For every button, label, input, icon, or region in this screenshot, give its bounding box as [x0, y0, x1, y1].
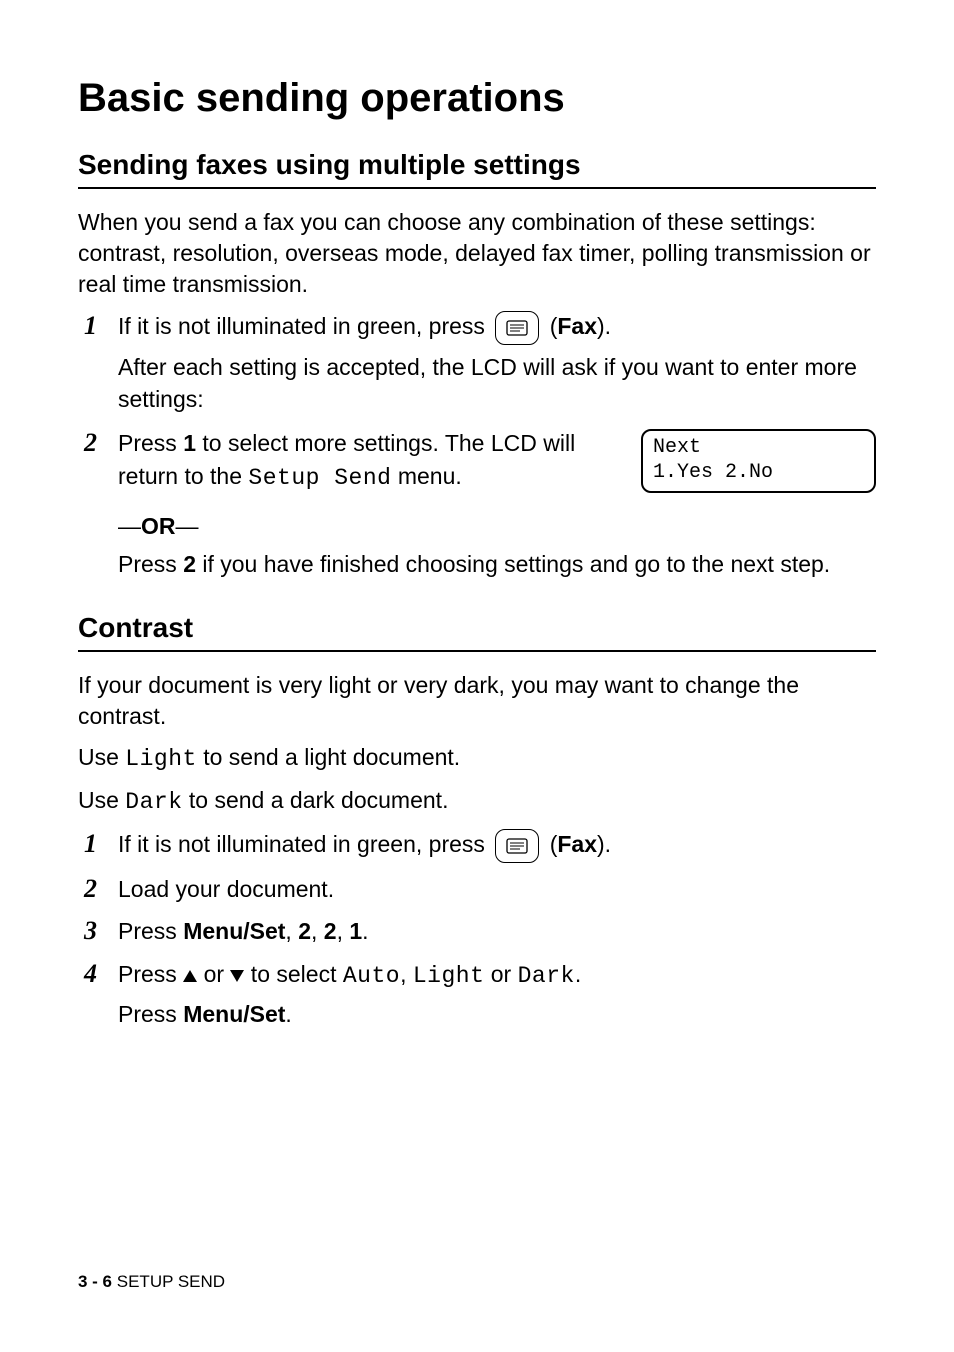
value-dark: Dark [125, 789, 182, 815]
dash: — [176, 513, 199, 539]
menu-set-key: Menu/Set [183, 1001, 285, 1027]
text: . [575, 961, 581, 987]
contrast-step-4: 4 Press or to select Auto, Light or Dark… [78, 958, 876, 1036]
contrast-step-4-line-2: Press Menu/Set. [118, 998, 876, 1030]
text: , [337, 918, 350, 944]
up-arrow-icon [183, 970, 197, 982]
contrast-step-4-line-1: Press or to select Auto, Light or Dark. [118, 958, 876, 992]
value-auto: Auto [343, 963, 400, 989]
footer-section-label: SETUP SEND [112, 1272, 225, 1291]
text: to select [244, 961, 342, 987]
menu-set-key: Menu/Set [183, 918, 285, 944]
dash: — [118, 513, 141, 539]
page-number: 3 - 6 [78, 1272, 112, 1291]
contrast-step-3: 3 Press Menu/Set, 2, 2, 1. [78, 915, 876, 953]
step-number: 1 [78, 310, 118, 341]
text: If it is not illuminated in green, press [118, 831, 491, 857]
text: or [197, 961, 230, 987]
text: Press [118, 430, 183, 456]
lcd-display: Next 1.Yes 2.No [641, 429, 876, 493]
text: if you have finished choosing settings a… [196, 551, 830, 577]
step-1-line-2: After each setting is accepted, the LCD … [118, 351, 876, 415]
key-1: 1 [349, 918, 362, 944]
menu-setup-send: Setup Send [248, 465, 391, 491]
text: to send a light document. [197, 744, 460, 770]
fax-label: Fax [557, 831, 597, 857]
contrast-light-line: Use Light to send a light document. [78, 742, 876, 775]
lcd-line-2: 1.Yes 2.No [653, 460, 864, 485]
key-2: 2 [298, 918, 311, 944]
text: Press [118, 961, 183, 987]
text: ). [597, 313, 611, 339]
value-light: Light [125, 746, 197, 772]
contrast-step-2-text: Load your document. [118, 873, 876, 905]
step-2: 2 Next 1.Yes 2.No Press 1 to select more… [78, 427, 876, 586]
text: . [285, 1001, 291, 1027]
step-2-line-2: Press 2 if you have finished choosing se… [118, 548, 876, 580]
value-dark: Dark [518, 963, 575, 989]
text: Press [118, 918, 183, 944]
step-number: 3 [78, 915, 118, 946]
text: Press [118, 1001, 183, 1027]
text: to send a dark document. [183, 787, 449, 813]
text: or [484, 961, 517, 987]
text: If it is not illuminated in green, press [118, 313, 491, 339]
lcd-line-1: Next [653, 435, 864, 460]
text: Use [78, 787, 125, 813]
step-1: 1 If it is not illuminated in green, pre… [78, 310, 876, 421]
or-text: OR [141, 513, 176, 539]
down-arrow-icon [230, 970, 244, 982]
intro-paragraph: When you send a fax you can choose any c… [78, 207, 876, 300]
contrast-intro: If your document is very light or very d… [78, 670, 876, 732]
text: , [311, 918, 324, 944]
contrast-step-3-text: Press Menu/Set, 2, 2, 1. [118, 915, 876, 947]
step-number: 4 [78, 958, 118, 989]
step-number: 2 [78, 873, 118, 904]
text: . [362, 918, 368, 944]
contrast-step-1: 1 If it is not illuminated in green, pre… [78, 828, 876, 869]
text: Use [78, 744, 125, 770]
text: , [285, 918, 298, 944]
text: , [400, 961, 413, 987]
step-1-line-1: If it is not illuminated in green, press… [118, 310, 876, 345]
value-light: Light [413, 963, 485, 989]
step-number: 1 [78, 828, 118, 859]
contrast-step-1-text: If it is not illuminated in green, press… [118, 828, 876, 863]
or-separator: —OR— [118, 510, 876, 542]
key-2: 2 [324, 918, 337, 944]
text: menu. [391, 463, 461, 489]
fax-icon [504, 317, 530, 339]
fax-key-icon [495, 311, 539, 345]
section-heading-sending-faxes: Sending faxes using multiple settings [78, 149, 876, 189]
text: Press [118, 551, 183, 577]
step-number: 2 [78, 427, 118, 458]
key-1: 1 [183, 430, 196, 456]
fax-label: Fax [557, 313, 597, 339]
contrast-step-2: 2 Load your document. [78, 873, 876, 911]
fax-icon [504, 835, 530, 857]
contrast-dark-line: Use Dark to send a dark document. [78, 785, 876, 818]
fax-key-icon [495, 829, 539, 863]
section-heading-contrast: Contrast [78, 612, 876, 652]
page-footer: 3 - 6 SETUP SEND [78, 1272, 225, 1292]
key-2: 2 [183, 551, 196, 577]
text: ). [597, 831, 611, 857]
page-title: Basic sending operations [78, 76, 876, 121]
